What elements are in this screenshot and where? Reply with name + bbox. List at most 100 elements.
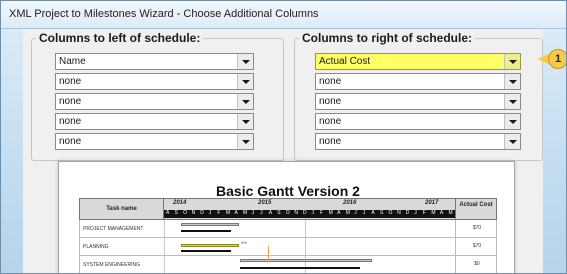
chevron-down-icon[interactable] [504,74,520,89]
right-column-select-1[interactable]: Actual Cost [315,53,521,70]
gantt-actual-cost: $70 [455,220,498,237]
left-column-select-1[interactable]: Name [55,53,254,70]
gantt-task-name: SYSTEM ENGINEERING [83,262,140,268]
gantt-task-name: PLANNING [83,244,109,250]
gantt-divider [164,220,165,237]
gantt-month-label: S [174,210,178,216]
gantt-month-label: N [294,210,298,216]
gantt-month-label: N [397,210,401,216]
chevron-down-icon[interactable] [504,134,520,149]
gantt-month-label: J [260,210,263,216]
gantt-month-label: A [268,210,273,216]
left-column-select-3[interactable]: none [55,93,254,110]
right-column-select-4[interactable]: none [315,113,521,130]
gantt-summary-bar [181,223,239,226]
right-columns-legend: Columns to right of schedule: [302,31,472,45]
gantt-task-name: PROJECT MANAGEMENT [83,226,144,232]
gantt-year-2014: 2014 [173,200,187,206]
gantt-divider [305,238,306,255]
gantt-month-label: A [166,210,170,216]
gantt-dependency-link [268,256,269,262]
right-column-select-2[interactable]: none [315,73,521,90]
gantt-year-2017: 2017 [425,200,439,206]
gantt-month-label: J [414,210,417,216]
gantt-task-bar [181,244,239,247]
gantt-divider [164,238,165,255]
chevron-down-icon[interactable] [237,94,253,109]
left-column-select-3-value: none [59,96,82,107]
gantt-baseline-bar [181,250,231,252]
gantt-month-label: O [183,210,187,216]
gantt-month-label: F [217,210,221,216]
chevron-down-icon[interactable] [237,74,253,89]
gantt-month-label: A [337,210,341,216]
gantt-row: PLANNING 0% $70 [79,238,497,256]
gantt-month-label: J [251,210,255,216]
gantt-percent-complete: 0% [241,240,247,245]
right-column-select-5-value: none [319,136,342,147]
gantt-month-label: A [234,210,238,216]
right-column-select-1-value: Actual Cost [319,56,371,67]
gantt-month-label: M [431,210,436,216]
chevron-down-icon[interactable] [237,54,253,69]
chevron-down-icon[interactable] [237,114,253,129]
left-column-select-2-value: none [59,76,82,87]
left-column-select-1-value: Name [59,56,86,67]
gantt-month-label: F [320,210,324,216]
callout-badge: 1 [548,49,566,69]
gantt-month-label: O [285,210,290,216]
gantt-month-label: S [379,210,384,216]
chevron-down-icon[interactable] [504,54,520,69]
gantt-month-label: M [243,210,248,216]
gantt-month-label: A [439,210,444,216]
gantt-title: Basic Gantt Version 2 [216,183,360,199]
gantt-cost-header: Actual Cost [455,199,496,219]
gantt-month-label: M [448,210,453,216]
right-column-select-4-value: none [319,116,342,127]
gantt-month-label: J [354,210,357,216]
title-bar[interactable]: XML Project to Milestones Wizard - Choos… [1,1,566,29]
gantt-divider [305,220,306,237]
gantt-year-2015: 2015 [258,200,272,206]
gantt-month-label: N [191,210,196,216]
gantt-month-label: A [371,210,375,216]
gantt-month-label: J [311,210,315,216]
gantt-month-label: S [277,210,281,216]
gantt-month-label: J [208,210,212,216]
gantt-actual-cost: $0 [455,256,498,273]
chevron-down-icon[interactable] [504,94,520,109]
gantt-header: Task name 2014 2015 2016 2017 ASONDJFMAM… [79,198,497,220]
gantt-month-label: O [388,210,393,216]
gantt-month-label: J [362,210,366,216]
gantt-chart: Basic Gantt Version 2 Task name 2014 201… [79,180,498,273]
right-column-select-3[interactable]: none [315,93,521,110]
gantt-summary-bar [240,259,372,262]
gantt-row: SYSTEM ENGINEERING $0 [79,256,498,273]
gantt-month-label: M [225,210,231,216]
gantt-month-label: D [405,210,410,216]
left-columns-legend: Columns to left of schedule: [39,31,201,45]
gantt-month-label: D [200,210,204,216]
right-column-select-2-value: none [319,76,342,87]
gantt-month-label: M [328,210,333,216]
gantt-year-2016: 2016 [343,200,357,206]
left-column-select-4[interactable]: none [55,113,254,130]
window-title: XML Project to Milestones Wizard - Choos… [9,8,319,20]
chevron-down-icon[interactable] [237,134,253,149]
gantt-divider [164,256,165,273]
right-column-select-5[interactable]: none [315,133,521,150]
gantt-month-label: M [345,210,350,216]
left-column-select-4-value: none [59,116,82,127]
gantt-month-label: D [302,210,307,216]
gantt-dependency-link [268,246,269,256]
right-column-select-3-value: none [319,96,342,107]
wizard-window: XML Project to Milestones Wizard - Choos… [0,0,567,274]
gantt-baseline-bar [240,267,360,269]
gantt-actual-cost: $70 [455,238,498,255]
left-column-select-5-value: none [59,136,82,147]
gantt-month-strip: ASONDJFMAMJJASONDJFMAMJJASONDJFMAM [164,210,455,218]
left-column-select-2[interactable]: none [55,73,254,90]
gantt-month-label: F [422,210,426,216]
chevron-down-icon[interactable] [504,114,520,129]
left-column-select-5[interactable]: none [55,133,254,150]
